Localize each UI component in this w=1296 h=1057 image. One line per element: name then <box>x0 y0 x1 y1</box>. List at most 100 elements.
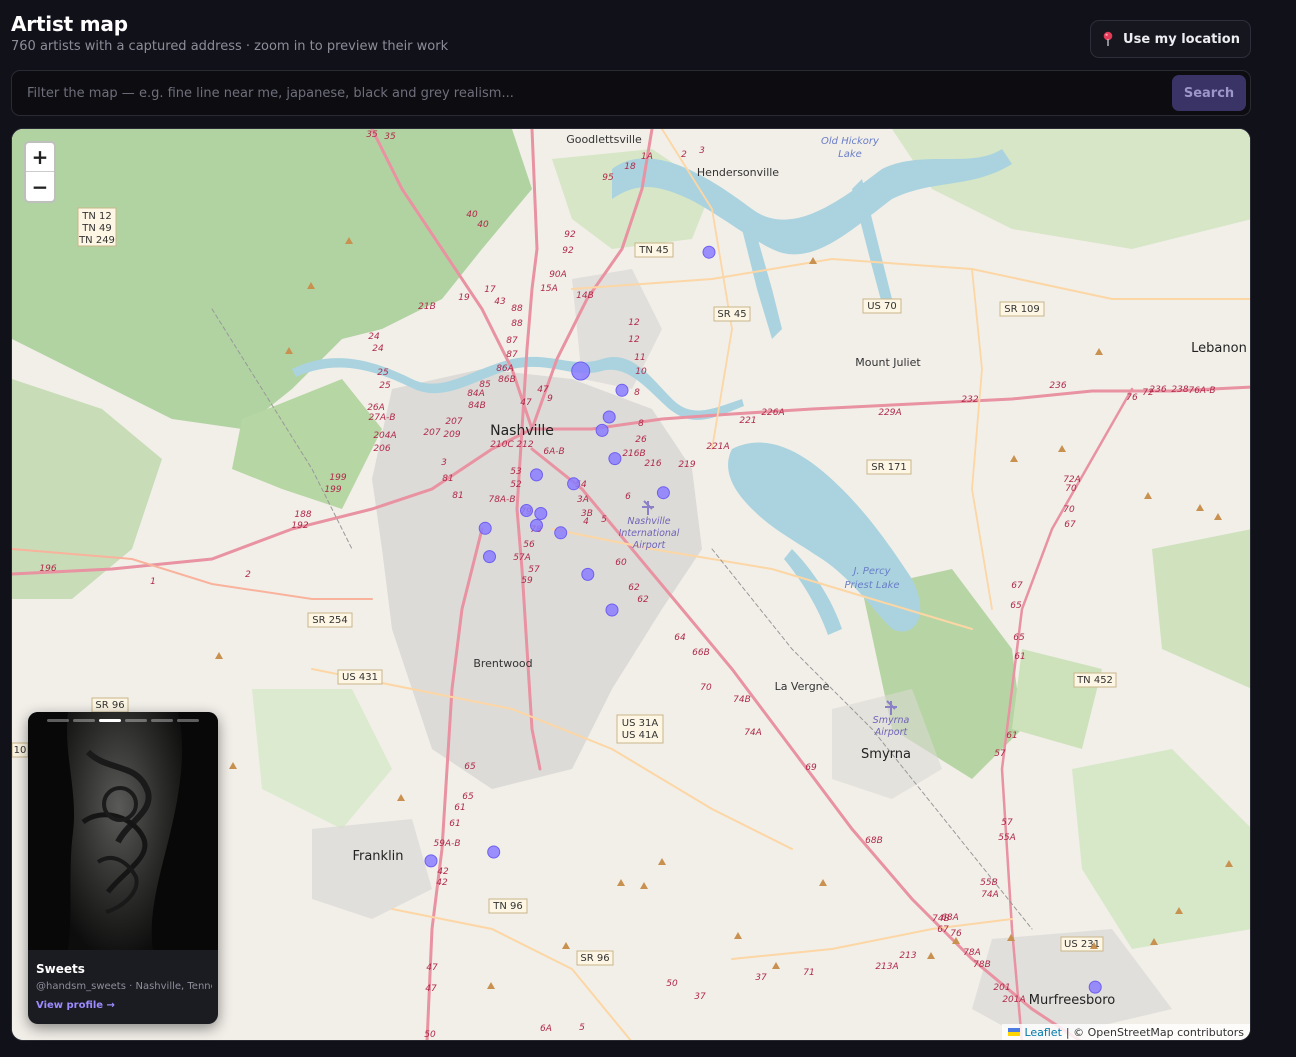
artist-marker[interactable] <box>595 423 609 437</box>
artist-marker[interactable] <box>534 507 548 520</box>
shield-tn249: TN 249 <box>78 235 115 246</box>
label-old-hickory-lake: Old Hickory <box>821 136 880 147</box>
label-smyrna: Smyrna <box>861 747 911 762</box>
zoom-control: + − <box>24 141 56 203</box>
exit-number-label: 21B <box>418 302 436 312</box>
exit-number-label: 47 <box>425 984 437 994</box>
shield-sr254: SR 254 <box>312 615 348 626</box>
artist-marker[interactable] <box>478 521 492 535</box>
artist-marker[interactable] <box>554 526 568 540</box>
artist-marker[interactable] <box>571 361 591 381</box>
exit-number-label: 3 <box>699 146 705 156</box>
exit-number-label: 24 <box>372 344 384 354</box>
shield-us70: US 70 <box>867 301 897 312</box>
exit-number-label: 10 <box>635 367 647 377</box>
artist-marker[interactable] <box>1088 980 1102 994</box>
artist-marker[interactable] <box>656 486 670 500</box>
map-pin-icon <box>1103 31 1113 46</box>
artist-marker[interactable] <box>608 452 622 466</box>
exit-number-label: 18 <box>624 162 636 172</box>
exit-number-label: 196 <box>39 564 56 574</box>
zoom-out-button[interactable]: − <box>26 172 54 201</box>
map-filter-input[interactable] <box>12 71 1162 115</box>
exit-number-label: 65 <box>1010 601 1022 611</box>
carousel-dot[interactable] <box>47 719 69 722</box>
exit-number-label: 78B <box>973 960 991 970</box>
exit-number-label: 26 <box>635 435 647 445</box>
exit-number-label: 199 <box>329 473 346 483</box>
shield-sr109: SR 109 <box>1004 304 1040 315</box>
artist-preview-card[interactable]: Sweets @handsm_sweets · Nashville, Tenne… <box>28 712 218 1024</box>
exit-number-label: 57A <box>513 553 531 563</box>
osm-attribution[interactable]: | © OpenStreetMap contributors <box>1066 1026 1244 1039</box>
artist-marker[interactable] <box>487 845 501 859</box>
exit-number-label: 50 <box>424 1030 436 1040</box>
carousel-dot[interactable] <box>125 719 147 722</box>
exit-number-label: 68A <box>941 913 959 923</box>
exit-number-label: 4 <box>583 517 589 527</box>
carousel-dot[interactable] <box>99 719 121 722</box>
exit-number-label: 87 <box>506 350 518 360</box>
view-profile-link[interactable]: View profile → <box>36 1000 115 1011</box>
exit-number-label: 74B <box>733 695 751 705</box>
page-header: Artist map 760 artists with a captured a… <box>11 12 1251 60</box>
artist-marker[interactable] <box>581 567 595 581</box>
exit-number-label: 92 <box>564 230 576 240</box>
exit-number-label: 57 <box>1001 818 1013 828</box>
artist-marker[interactable] <box>605 603 619 617</box>
artist-marker[interactable] <box>424 854 438 868</box>
artist-marker[interactable] <box>530 468 543 482</box>
exit-number-label: 209 <box>443 430 460 440</box>
label-brentwood: Brentwood <box>473 657 532 670</box>
exit-number-label: 43 <box>494 297 506 307</box>
exit-number-label: 213 <box>899 951 916 961</box>
shield-tn452: TN 452 <box>1076 675 1113 686</box>
exit-number-label: 232 <box>961 395 978 405</box>
exit-number-label: 5 <box>579 1023 585 1033</box>
carousel-dot[interactable] <box>151 719 173 722</box>
shield-sr96-west: SR 96 <box>95 700 124 711</box>
exit-number-label: 78A <box>963 948 981 958</box>
label-airport-1: Nashville <box>627 516 670 527</box>
artist-marker[interactable] <box>602 410 616 424</box>
exit-number-label: 1 <box>150 577 156 587</box>
exit-number-label: 199 <box>324 485 341 495</box>
shield-sr96-south: SR 96 <box>580 953 609 964</box>
exit-number-label: 57 <box>528 565 540 575</box>
use-my-location-button[interactable]: Use my location <box>1090 20 1251 58</box>
leaflet-link[interactable]: Leaflet <box>1024 1026 1061 1039</box>
artist-marker[interactable] <box>702 245 716 259</box>
exit-number-label: 207 <box>445 417 462 427</box>
exit-number-label: 67 <box>1064 520 1076 530</box>
exit-number-label: 216B <box>622 449 645 459</box>
carousel-dot[interactable] <box>73 719 95 722</box>
artist-marker[interactable] <box>483 550 496 564</box>
artist-marker[interactable] <box>615 383 629 397</box>
page-title: Artist map <box>11 12 128 36</box>
exit-number-label: 24 <box>368 332 380 342</box>
shield-sr45: SR 45 <box>717 309 746 320</box>
exit-number-label: 88 <box>511 304 523 314</box>
exit-number-label: 78A-B <box>488 495 515 505</box>
exit-number-label: 66B <box>692 648 710 658</box>
exit-number-label: 76 <box>1126 393 1138 403</box>
exit-number-label: 35 <box>384 132 396 142</box>
exit-number-label: 15A <box>540 284 558 294</box>
artist-marker[interactable] <box>520 504 533 517</box>
exit-number-label: 95 <box>602 173 614 183</box>
artist-marker[interactable] <box>567 477 581 491</box>
exit-number-label: 1A <box>641 152 653 162</box>
label-lebanon: Lebanon <box>1191 341 1247 356</box>
label-percy-priest: J. Percy <box>851 566 891 577</box>
artist-work-photo[interactable] <box>28 712 218 950</box>
exit-number-label: 72 <box>1142 388 1154 398</box>
exit-number-label: 56 <box>523 540 535 550</box>
exit-number-label: 201A <box>1002 995 1025 1005</box>
search-button[interactable]: Search <box>1172 75 1246 111</box>
carousel-dot[interactable] <box>177 719 199 722</box>
exit-number-label: 87 <box>506 336 518 346</box>
artist-marker[interactable] <box>530 518 543 532</box>
zoom-in-button[interactable]: + <box>26 143 54 172</box>
exit-number-label: 92 <box>562 246 574 256</box>
label-smyrna-airport: Smyrna <box>873 715 910 726</box>
